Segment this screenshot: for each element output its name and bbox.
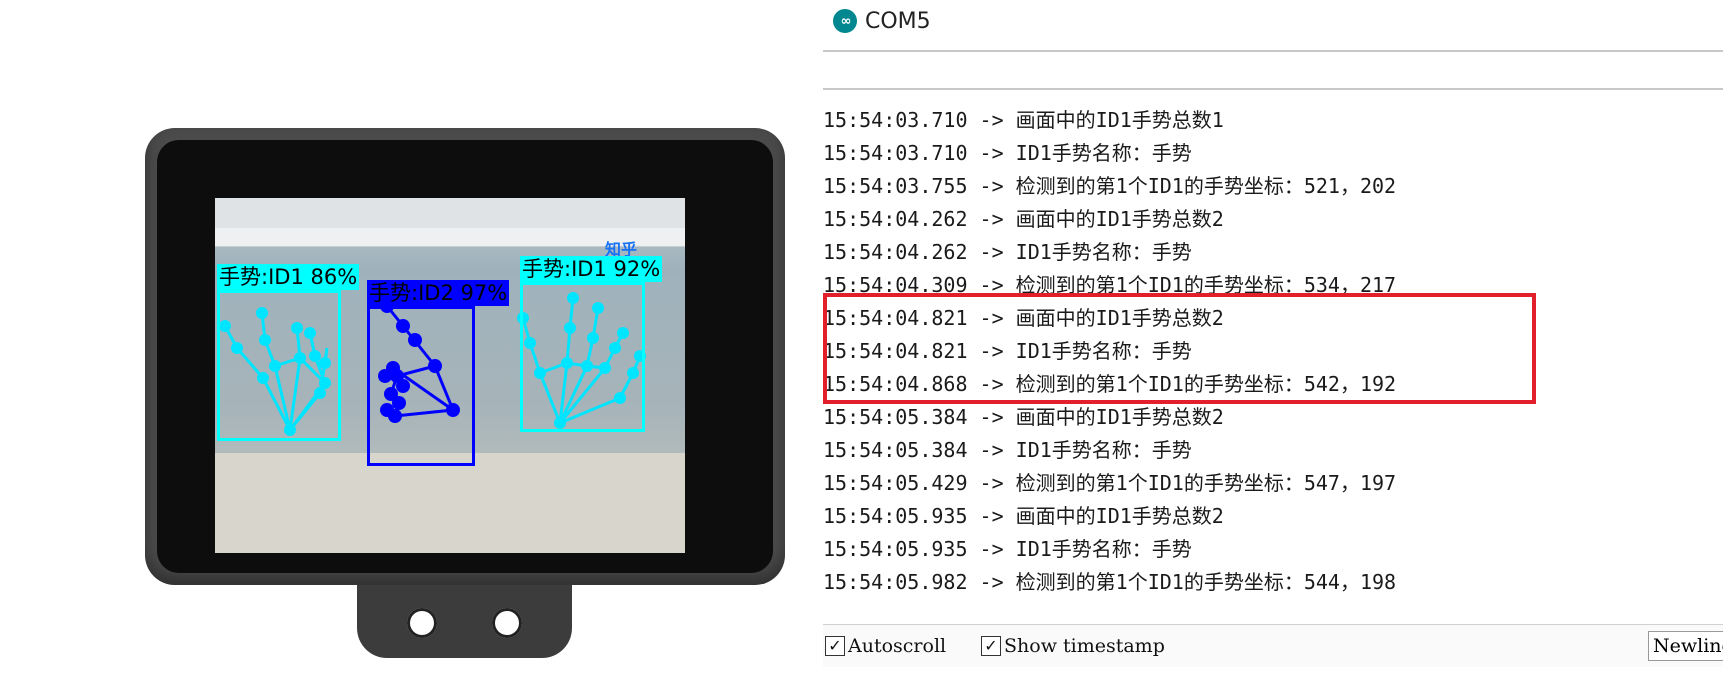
log-line: 15:54:04.262 -> ID1手势名称：手势 (823, 240, 1192, 264)
window-titlebar: ∞ COM5 (833, 6, 931, 36)
detection-box-3 (520, 282, 645, 432)
check-icon: ✓ (984, 636, 998, 655)
device-bezel: 知乎 手势:ID1 86% 手势:ID2 97% 手势:ID1 92% (157, 140, 773, 573)
device-housing: 知乎 手势:ID1 86% 手势:ID2 97% 手势:ID1 92% (145, 128, 785, 585)
highlight-annotation-box (823, 293, 1536, 404)
detection-label-1: 手势:ID1 86% (217, 264, 360, 290)
show-timestamp-checkbox[interactable]: ✓ Show timestamp (981, 635, 1165, 657)
detection-label-3: 手势:ID1 92% (520, 256, 663, 282)
ai-camera-device: 知乎 手势:ID1 86% 手势:ID2 97% 手势:ID1 92% (145, 128, 785, 658)
checkbox-box[interactable]: ✓ (981, 636, 1001, 656)
autoscroll-checkbox[interactable]: ✓ Autoscroll (825, 635, 946, 657)
serial-monitor-window: ∞ COM5 15:54:03.710 -> 画面中的ID1手势总数1 15:5… (823, 0, 1723, 693)
log-line: 15:54:05.384 -> ID1手势名称：手势 (823, 438, 1192, 462)
check-icon: ✓ (828, 636, 842, 655)
log-line: 15:54:05.429 -> 检测到的第1个ID1的手势坐标：547，197 (823, 471, 1397, 495)
window-title: COM5 (865, 8, 931, 34)
mounting-hole (492, 608, 522, 638)
log-line: 15:54:05.935 -> 画面中的ID1手势总数2 (823, 504, 1224, 528)
checkbox-box[interactable]: ✓ (825, 636, 845, 656)
serial-send-input[interactable] (823, 50, 1723, 90)
log-line: 15:54:03.755 -> 检测到的第1个ID1的手势坐标：521，202 (823, 174, 1397, 198)
arduino-infinity-icon: ∞ (833, 9, 857, 33)
autoscroll-label: Autoscroll (848, 635, 947, 657)
log-line: 15:54:04.262 -> 画面中的ID1手势总数2 (823, 207, 1224, 231)
log-line: 15:54:05.384 -> 画面中的ID1手势总数2 (823, 405, 1224, 429)
show-timestamp-label: Show timestamp (1004, 635, 1165, 657)
mounting-hole (407, 608, 437, 638)
log-line: 15:54:03.710 -> ID1手势名称：手势 (823, 141, 1192, 165)
detection-label-2: 手势:ID2 97% (367, 280, 510, 306)
monitor-footer: ✓ Autoscroll ✓ Show timestamp Newline (823, 624, 1723, 667)
detection-box-1 (217, 290, 341, 441)
detection-box-2 (367, 306, 475, 466)
log-line: 15:54:05.982 -> 检测到的第1个ID1的手势坐标：544，198 (823, 570, 1397, 594)
log-line: 15:54:05.935 -> ID1手势名称：手势 (823, 537, 1192, 561)
line-ending-select[interactable]: Newline (1648, 631, 1723, 661)
log-line: 15:54:03.710 -> 画面中的ID1手势总数1 (823, 108, 1224, 132)
device-screen: 知乎 手势:ID1 86% 手势:ID2 97% 手势:ID1 92% (215, 198, 685, 553)
